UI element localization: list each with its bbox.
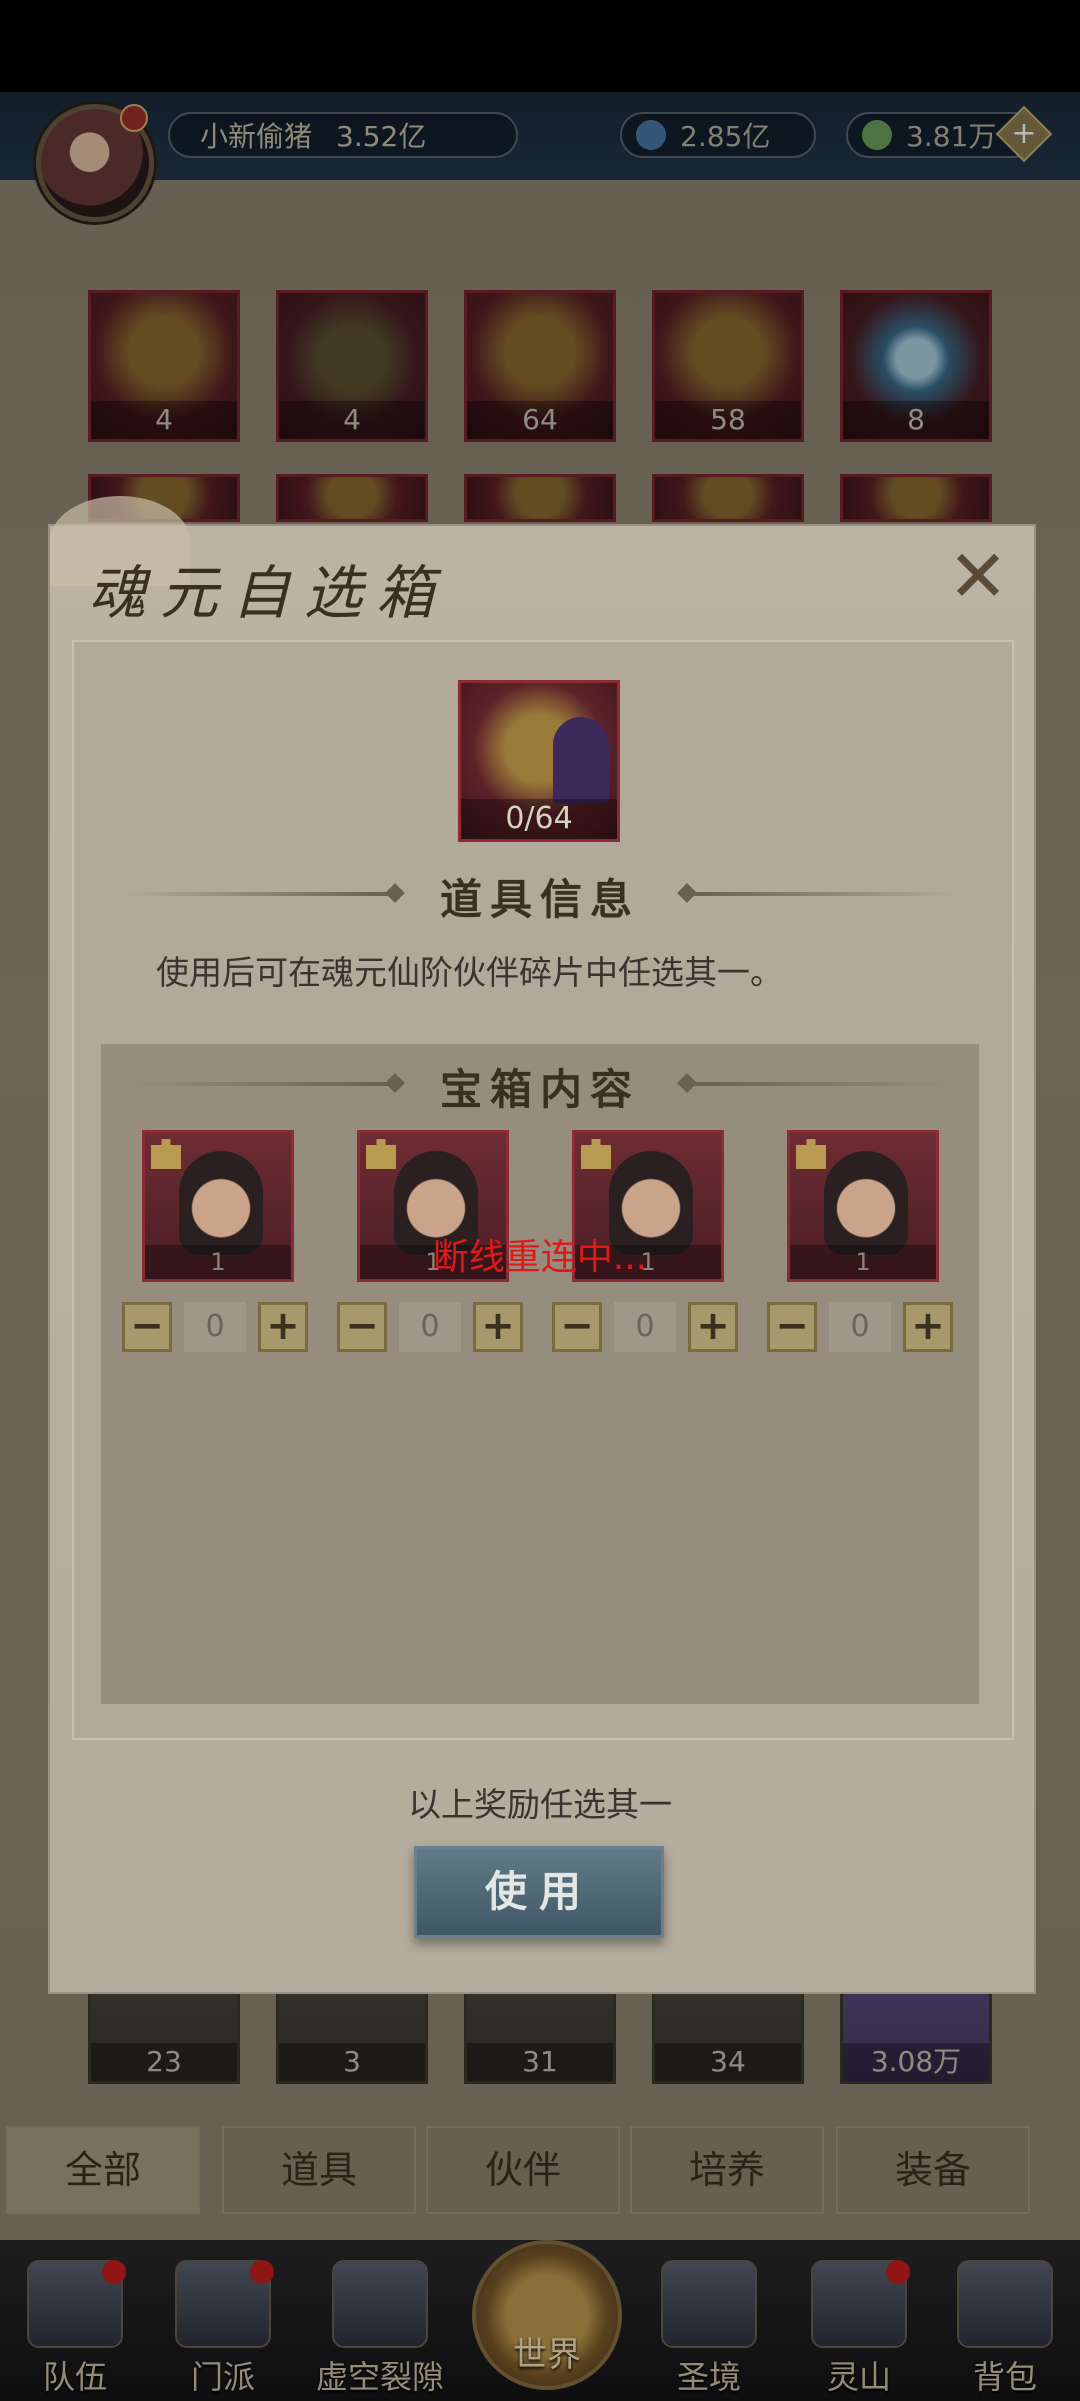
item-description: 使用后可在魂元仙阶伙伴碎片中任选其一。: [156, 953, 783, 992]
puzzle-piece-icon: [581, 1139, 611, 1169]
quantity-stepper: − 0 +: [337, 1302, 547, 1352]
reconnecting-message: 断线重连中...: [432, 1237, 648, 1278]
quantity-value[interactable]: 0: [829, 1302, 891, 1352]
quantity-value[interactable]: 0: [184, 1302, 246, 1352]
puzzle-piece-icon: [796, 1139, 826, 1169]
quantity-stepper: − 0 +: [767, 1302, 977, 1352]
partner-silhouette-icon: [553, 717, 609, 803]
quantity-value[interactable]: 0: [399, 1302, 461, 1352]
increase-button[interactable]: +: [903, 1302, 953, 1352]
item-info-title: 道具信息: [439, 875, 640, 924]
puzzle-piece-icon: [366, 1139, 396, 1169]
decrease-button[interactable]: −: [552, 1302, 602, 1352]
chest-contents-header: 宝箱内容: [0, 1052, 1080, 1114]
increase-button[interactable]: +: [688, 1302, 738, 1352]
use-button[interactable]: 使用: [414, 1846, 664, 1938]
quantity-stepper: − 0 +: [122, 1302, 332, 1352]
item-info-header: 道具信息: [0, 862, 1080, 924]
reward-select-note: 以上奖励任选其一: [408, 1785, 672, 1824]
puzzle-piece-icon: [151, 1139, 181, 1169]
selected-chest-item: 0/64: [458, 680, 620, 842]
increase-button[interactable]: +: [258, 1302, 308, 1352]
dialog-title: 魂元自选箱: [88, 559, 449, 627]
decrease-button[interactable]: −: [767, 1302, 817, 1352]
close-button[interactable]: ✕: [946, 540, 1010, 612]
increase-button[interactable]: +: [473, 1302, 523, 1352]
quantity-stepper: − 0 +: [552, 1302, 762, 1352]
decrease-button[interactable]: −: [122, 1302, 172, 1352]
decrease-button[interactable]: −: [337, 1302, 387, 1352]
chest-count: 0/64: [461, 799, 617, 839]
quantity-value[interactable]: 0: [614, 1302, 676, 1352]
chest-contents-title: 宝箱内容: [439, 1065, 640, 1114]
